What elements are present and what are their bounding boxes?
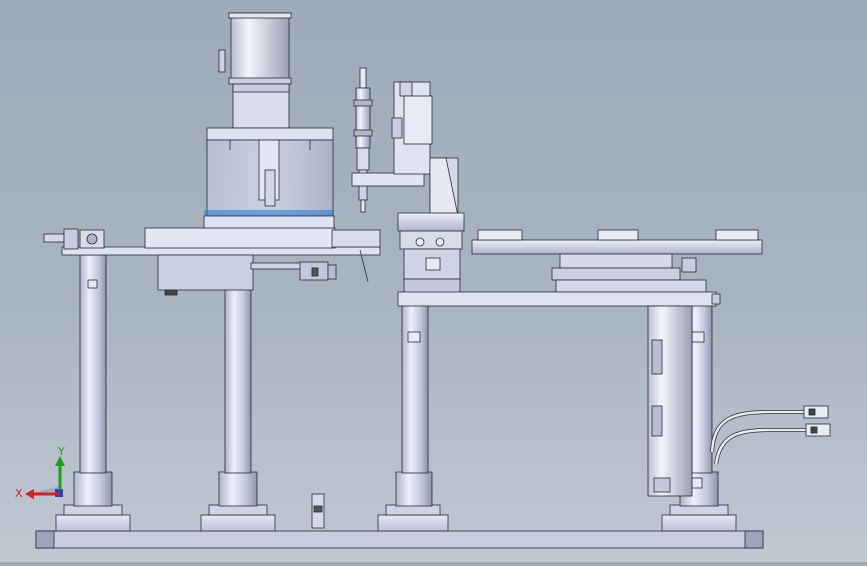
machine-drawing: Y X [15,12,831,549]
vertical-post [429,157,459,217]
housing-base [203,210,335,229]
left-clamp [43,228,105,250]
servo-cables [710,410,806,465]
column-foot-1 [55,471,131,532]
right-platform [397,291,721,307]
coordinate-triad: Y X [15,445,65,500]
upper-motor [218,12,292,129]
base-plate [35,530,764,549]
column-3 [401,304,429,474]
dispense-syringe [353,67,373,213]
column-foot-2 [200,471,276,532]
base-sensor [311,493,325,529]
rotary-table [471,229,763,293]
left-platform [61,227,381,296]
column-foot-3 [377,471,449,532]
rotary-housing [206,127,334,217]
servo-motor [647,305,693,497]
cable-connectors [803,405,831,437]
triad-y-label: Y [57,445,65,458]
cad-viewport[interactable]: Y X [0,0,867,562]
triad-x-label: X [15,487,23,500]
rotary-stage [397,212,465,294]
